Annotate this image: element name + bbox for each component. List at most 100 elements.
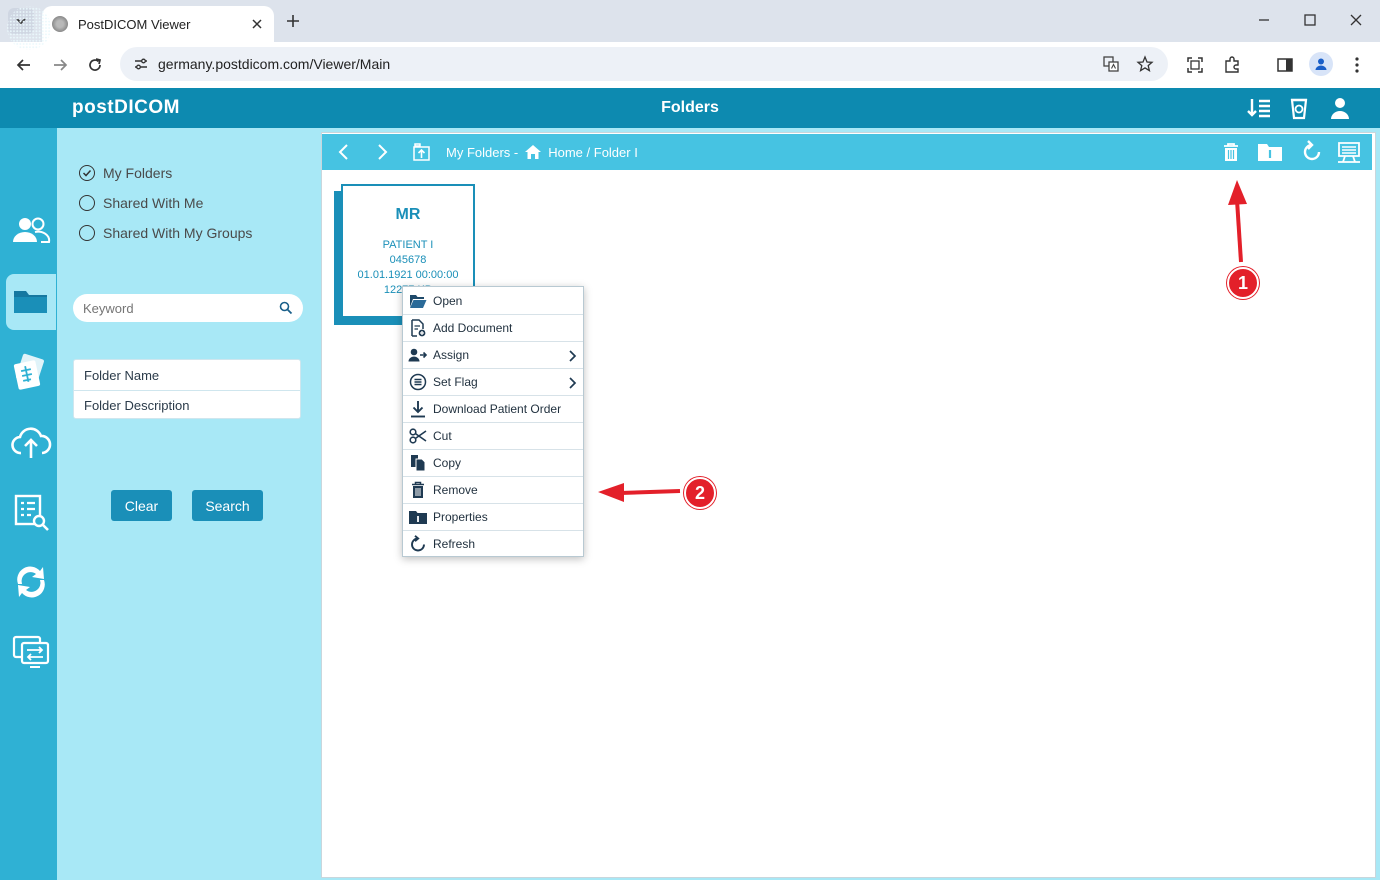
site-settings-icon[interactable] bbox=[132, 55, 150, 73]
refresh-icon bbox=[411, 535, 425, 552]
menu-item-refresh[interactable]: Refresh bbox=[403, 530, 583, 557]
menu-item-download-patient-order[interactable]: Download Patient Order bbox=[403, 395, 583, 422]
path-toolbar: My Folders - Home / Folder I bbox=[322, 134, 1372, 170]
folder-up-icon[interactable] bbox=[412, 142, 432, 162]
radio-checked[interactable] bbox=[79, 165, 95, 181]
menu-item-copy[interactable]: Copy bbox=[403, 449, 583, 476]
bookmark-star-icon[interactable] bbox=[1136, 55, 1154, 73]
study-modality: MR bbox=[395, 206, 421, 223]
copy-icon bbox=[411, 455, 426, 472]
filter-option-shared-with-me[interactable]: Shared With Me bbox=[79, 195, 203, 211]
window-close-icon[interactable] bbox=[1346, 10, 1366, 30]
chevron-right-icon bbox=[569, 377, 577, 389]
rail-transfer[interactable] bbox=[6, 624, 56, 680]
postdicom-favicon-icon bbox=[52, 16, 68, 32]
menu-item-label: Set Flag bbox=[433, 375, 478, 389]
menu-item-label: Add Document bbox=[433, 321, 513, 335]
account-icon[interactable] bbox=[1327, 96, 1353, 120]
search-icon[interactable] bbox=[279, 301, 293, 315]
new-tab-icon[interactable] bbox=[284, 12, 302, 30]
menu-item-add-document[interactable]: Add Document bbox=[403, 314, 583, 341]
menu-item-label: Refresh bbox=[433, 537, 476, 551]
home-icon[interactable] bbox=[524, 144, 542, 160]
trash-icon bbox=[412, 481, 424, 498]
check-icon bbox=[82, 169, 92, 177]
profile-avatar[interactable] bbox=[1309, 52, 1333, 76]
user-icon bbox=[1315, 58, 1327, 70]
back-arrow-icon[interactable] bbox=[14, 55, 34, 75]
address-bar-url: germany.postdicom.com/Viewer/Main bbox=[158, 56, 391, 72]
maximize-icon[interactable] bbox=[1300, 10, 1320, 30]
folder-open-icon bbox=[410, 294, 427, 308]
filter-option-label: My Folders bbox=[103, 165, 173, 181]
browser-tab[interactable]: PostDICOM Viewer bbox=[42, 6, 274, 42]
translate-icon[interactable] bbox=[1102, 55, 1120, 73]
browser-tabstrip: PostDICOM Viewer bbox=[0, 0, 1380, 42]
filter-option-shared-with-groups[interactable]: Shared With My Groups bbox=[79, 225, 252, 241]
cloud-upload-icon bbox=[11, 427, 52, 458]
chevron-right-icon[interactable] bbox=[372, 142, 392, 162]
search-button[interactable]: Search bbox=[192, 490, 263, 521]
breadcrumb: My Folders - Home / Folder I bbox=[446, 144, 638, 160]
menu-item-properties[interactable]: Properties bbox=[403, 503, 583, 530]
recycle-bin-icon[interactable] bbox=[1286, 96, 1312, 120]
study-patient-name: PATIENT I bbox=[382, 239, 434, 251]
menu-item-assign[interactable]: Assign bbox=[403, 341, 583, 368]
rail-folders[interactable] bbox=[6, 274, 56, 330]
radio-unchecked[interactable] bbox=[79, 195, 95, 211]
search-fields-list: Folder Name Folder Description bbox=[73, 359, 301, 419]
minimize-icon[interactable] bbox=[1254, 10, 1274, 30]
document-search-icon bbox=[14, 494, 49, 531]
address-bar[interactable]: germany.postdicom.com/Viewer/Main bbox=[120, 47, 1168, 81]
filter-option-my-folders[interactable]: My Folders bbox=[79, 165, 172, 181]
field-folder-name[interactable]: Folder Name bbox=[74, 360, 300, 390]
field-folder-description[interactable]: Folder Description bbox=[74, 390, 300, 420]
rail-documents[interactable] bbox=[6, 344, 56, 400]
flag-list-icon bbox=[409, 373, 427, 391]
sort-icon[interactable] bbox=[1246, 96, 1272, 120]
app-root: PostDICOM Viewer germany.postdicom.com/V… bbox=[0, 0, 1380, 880]
keyword-input[interactable] bbox=[83, 300, 273, 316]
rail-upload[interactable] bbox=[6, 414, 56, 470]
rail-patients[interactable] bbox=[6, 202, 56, 258]
menu-item-label: Assign bbox=[433, 348, 470, 362]
refresh-icon[interactable] bbox=[1300, 140, 1324, 164]
menu-item-label: Properties bbox=[433, 510, 488, 524]
breadcrumb-root[interactable]: My Folders - bbox=[446, 145, 518, 160]
reload-icon[interactable] bbox=[85, 55, 105, 75]
menu-item-remove[interactable]: Remove bbox=[403, 476, 583, 503]
keyword-search-box bbox=[73, 294, 303, 322]
screenshot-icon[interactable] bbox=[1185, 55, 1205, 75]
menu-item-open[interactable]: Open bbox=[403, 287, 583, 314]
documents-icon bbox=[13, 353, 44, 390]
page-title: Folders bbox=[661, 99, 719, 116]
chevron-left-icon[interactable] bbox=[334, 142, 354, 162]
postdicom-globe-logo bbox=[7, 6, 51, 50]
clear-button[interactable]: Clear bbox=[111, 490, 172, 521]
side-panel-icon[interactable] bbox=[1275, 55, 1295, 75]
kebab-menu-icon[interactable] bbox=[1347, 55, 1367, 75]
context-menu: Open Add Document Assign Set Flag Downlo… bbox=[402, 286, 584, 557]
scissors-icon bbox=[409, 428, 427, 444]
close-icon[interactable] bbox=[250, 17, 264, 31]
filter-panel: My Folders Shared With Me Shared With My… bbox=[57, 128, 317, 880]
extensions-icon[interactable] bbox=[1222, 55, 1242, 75]
download-icon bbox=[411, 401, 425, 418]
cart-icon[interactable] bbox=[1336, 139, 1362, 165]
menu-item-label: Copy bbox=[433, 456, 462, 470]
menu-item-set-flag[interactable]: Set Flag bbox=[403, 368, 583, 395]
chevron-right-icon bbox=[569, 350, 577, 362]
rail-sync[interactable] bbox=[6, 554, 56, 610]
menu-item-cut[interactable]: Cut bbox=[403, 422, 583, 449]
filter-option-label: Shared With Me bbox=[103, 195, 204, 211]
folder-info-icon[interactable] bbox=[1257, 141, 1283, 163]
trash-icon[interactable] bbox=[1220, 141, 1242, 163]
monitor-transfer-icon bbox=[12, 635, 50, 668]
breadcrumb-path[interactable]: Home / Folder I bbox=[548, 145, 638, 160]
menu-item-label: Download Patient Order bbox=[433, 402, 562, 416]
radio-unchecked[interactable] bbox=[79, 225, 95, 241]
rail-search-studies[interactable] bbox=[6, 484, 56, 540]
forward-arrow-icon[interactable] bbox=[50, 55, 70, 75]
browser-toolbar: germany.postdicom.com/Viewer/Main bbox=[0, 42, 1380, 88]
users-group-icon bbox=[13, 217, 51, 243]
